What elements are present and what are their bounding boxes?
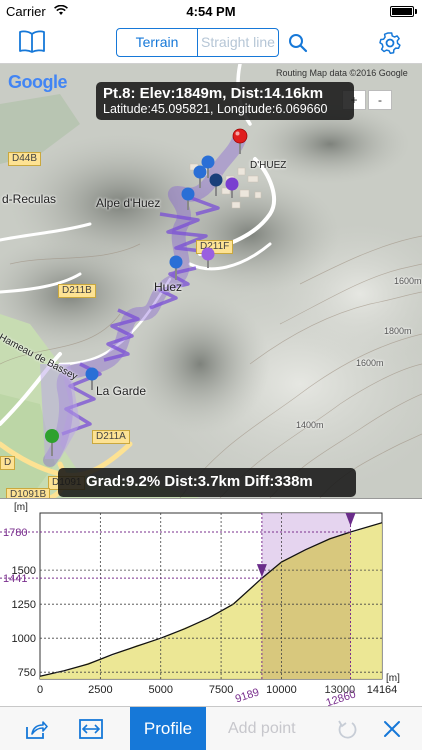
profile-button[interactable]: Profile bbox=[130, 707, 206, 750]
add-point-button[interactable]: Add point bbox=[228, 707, 296, 750]
undo-icon[interactable] bbox=[336, 718, 358, 750]
battery-icon bbox=[390, 6, 414, 17]
y-axis-label: [m] bbox=[14, 502, 28, 513]
road-label-d1091b: D1091B bbox=[6, 488, 51, 498]
x-tick-label-0: 0 bbox=[37, 684, 43, 696]
road-label-d211a: D211A bbox=[92, 430, 130, 444]
clock: 4:54 PM bbox=[186, 4, 236, 19]
road-label-d211f: D211F bbox=[196, 240, 234, 254]
road-label-d: D bbox=[0, 456, 16, 470]
status-bar: Carrier 4:54 PM bbox=[0, 0, 422, 22]
segment-terrain[interactable]: Terrain bbox=[117, 29, 198, 56]
selection-start-y-label: 1441 bbox=[3, 573, 27, 585]
contour-label-1400: 1400m bbox=[296, 420, 324, 430]
search-icon[interactable] bbox=[288, 33, 308, 58]
selection-start-x-label: 9189 bbox=[234, 686, 261, 705]
segment-straight-line[interactable]: Straight line bbox=[198, 29, 278, 56]
elevation-profile-chart[interactable]: 750 1000 1250 1500 0 2500 5000 7500 10000 14164 17… bbox=[0, 498, 422, 707]
book-icon[interactable] bbox=[18, 30, 46, 59]
map-attribution: Routing Map data ©2016 Google bbox=[276, 68, 408, 78]
bottom-toolbar: Profile Add point bbox=[0, 706, 422, 750]
y-tick-label-2: 1250 bbox=[12, 599, 36, 611]
zoom-out-button[interactable]: - bbox=[368, 90, 392, 110]
x-tick-label-1: 2500 bbox=[88, 684, 112, 696]
share-icon[interactable] bbox=[24, 717, 48, 750]
road-label-d211b: D211B bbox=[58, 284, 96, 298]
fit-width-icon[interactable] bbox=[78, 717, 104, 750]
terrain-map[interactable]: Google Routing Map data ©2016 Google + -… bbox=[0, 64, 422, 498]
close-icon[interactable] bbox=[382, 719, 402, 750]
selection-end-y-label: 1780 bbox=[3, 527, 27, 539]
x-tick-label-4: 10000 bbox=[266, 684, 297, 696]
point-tooltip-coordinates: Latitude:45.095821, Longitude:6.069660 bbox=[103, 102, 328, 116]
x-tick-label-5: 14164 bbox=[367, 684, 398, 696]
contour-label-1800: 1800m bbox=[384, 326, 412, 336]
y-tick-label-0: 750 bbox=[18, 667, 36, 679]
google-logo-text: Google bbox=[8, 72, 68, 92]
contour-label-1600a: 1600m bbox=[356, 358, 384, 368]
elevation-profile-svg: 7501000125015000 2500 5000 7500 10000 1416417… bbox=[0, 502, 400, 707]
map-terrain-graphic bbox=[0, 64, 422, 498]
point-tooltip-title: Pt.8: Elev:1849m, Dist:14.16km bbox=[103, 85, 324, 102]
road-label-d44b: D44B bbox=[8, 152, 42, 166]
place-reculas: d-Reculas bbox=[2, 192, 57, 206]
map-mode-segmented-control: Terrain Straight line bbox=[116, 28, 279, 57]
y-tick-label-1: 1000 bbox=[12, 633, 36, 645]
point-tooltip: Pt.8: Elev:1849m, Dist:14.16km Latitude:… bbox=[96, 82, 354, 120]
zoom-out-label: - bbox=[378, 93, 382, 107]
x-axis-label: [m] bbox=[386, 673, 400, 684]
place-alpe-dhuez: Alpe d'Huez bbox=[96, 196, 161, 210]
place-dhuez: D'HUEZ bbox=[250, 160, 287, 171]
x-tick-label-3: 7500 bbox=[209, 684, 233, 696]
navigation-bar: Terrain Straight line bbox=[0, 22, 422, 64]
segment-info-banner: Grad:9.2% Dist:3.7km Diff:338m bbox=[58, 468, 356, 497]
battery-tip bbox=[415, 9, 417, 14]
google-logo: Google bbox=[8, 72, 68, 93]
place-huez: Huez bbox=[154, 280, 183, 294]
place-la-garde: La Garde bbox=[96, 384, 147, 398]
contour-label-1600b: 1600m bbox=[394, 276, 422, 286]
gear-icon[interactable] bbox=[378, 31, 402, 60]
x-tick-label-2: 5000 bbox=[148, 684, 172, 696]
